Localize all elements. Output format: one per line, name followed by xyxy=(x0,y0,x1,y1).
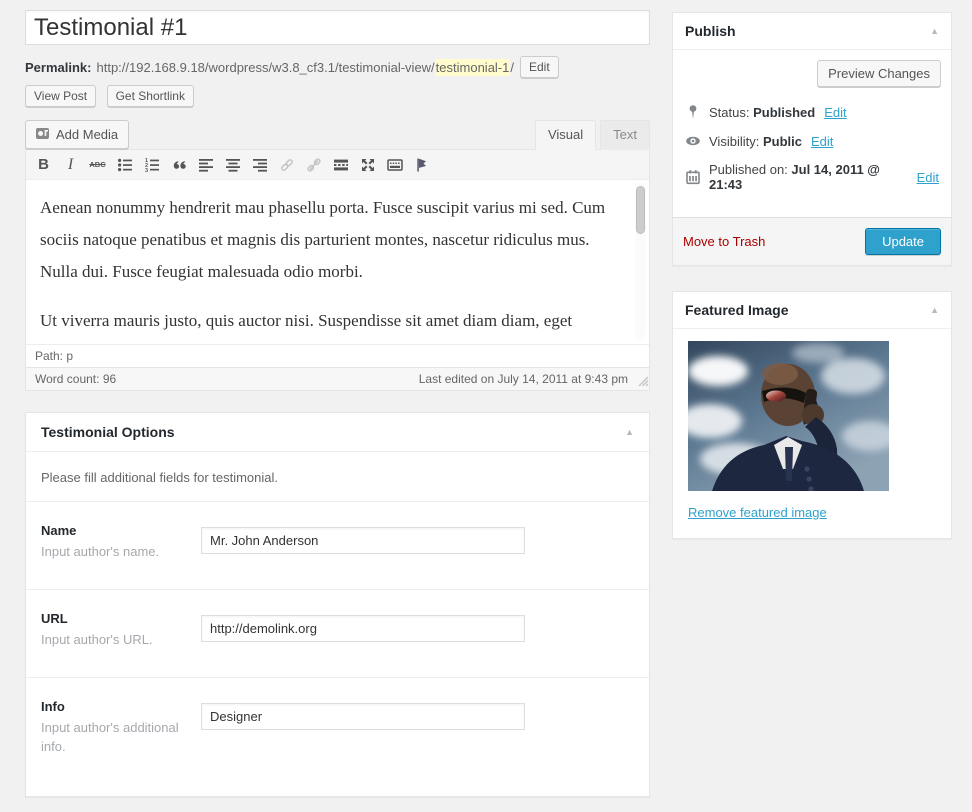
bulleted-list-icon[interactable] xyxy=(111,153,138,177)
editor-path-bar: Path: p xyxy=(26,344,649,367)
add-media-label: Add Media xyxy=(56,128,118,141)
get-shortlink-button[interactable]: Get Shortlink xyxy=(107,85,194,107)
info-field-input[interactable] xyxy=(201,703,525,730)
toolbar-toggle-icon[interactable] xyxy=(381,153,408,177)
edit-permalink-button[interactable]: Edit xyxy=(520,56,559,78)
add-media-button[interactable]: Add Media xyxy=(25,120,129,149)
italic-icon[interactable]: I xyxy=(57,153,84,177)
word-count: Word count: 96 xyxy=(35,372,116,386)
permalink-row: Permalink: http://192.168.9.18/wordpress… xyxy=(25,56,650,78)
post-title-input[interactable] xyxy=(25,10,650,45)
editor-resize-handle[interactable] xyxy=(636,374,648,389)
path-label: Path: xyxy=(35,349,63,363)
publish-misc-section: Status: Published Edit Visibility: Publi… xyxy=(673,87,951,217)
editor-tools-row: Add Media Visual Text xyxy=(25,120,650,149)
field-row-info: Info Input author's additional info. xyxy=(26,678,649,797)
visibility-label: Visibility: xyxy=(709,134,759,149)
publish-header[interactable]: Publish ▲ xyxy=(673,13,951,50)
tab-visual[interactable]: Visual xyxy=(535,120,596,150)
url-field-input[interactable] xyxy=(201,615,525,642)
editor-toolbar: B I ABC 123 xyxy=(26,150,649,180)
tab-text[interactable]: Text xyxy=(600,120,650,150)
edit-visibility-link[interactable]: Edit xyxy=(811,134,833,149)
post-actions-row: View Post Get Shortlink xyxy=(25,85,650,107)
numbered-list-icon[interactable]: 123 xyxy=(138,153,165,177)
published-on-row: Published on: Jul 14, 2011 @ 21:43 Edit xyxy=(685,162,939,192)
status-row: Status: Published Edit xyxy=(685,104,939,120)
preview-changes-button[interactable]: Preview Changes xyxy=(817,60,941,87)
publish-title: Publish xyxy=(685,23,736,39)
remove-featured-image-link[interactable]: Remove featured image xyxy=(688,505,827,520)
name-field-label: Name xyxy=(41,523,201,538)
field-row-name: Name Input author's name. xyxy=(26,502,649,590)
editor-paragraph: Ut viverra mauris justo, quis auctor nis… xyxy=(40,305,623,344)
info-field-hint: Input author's additional info. xyxy=(41,719,201,757)
move-to-trash-link[interactable]: Move to Trash xyxy=(683,234,765,249)
visibility-row: Visibility: Public Edit xyxy=(685,133,939,149)
featured-image-photo[interactable] xyxy=(688,341,889,491)
featured-image-body: Remove featured image xyxy=(673,329,951,538)
editor-mode-tabs: Visual Text xyxy=(531,120,650,149)
permalink-suffix: / xyxy=(510,60,514,75)
editor-scrollbar-track[interactable] xyxy=(635,183,646,339)
update-button[interactable]: Update xyxy=(865,228,941,255)
info-field-label: Info xyxy=(41,699,201,714)
editor-scrollbar-thumb[interactable] xyxy=(636,186,645,234)
strikethrough-icon[interactable]: ABC xyxy=(84,153,111,177)
align-center-icon[interactable] xyxy=(219,153,246,177)
editor-content-area[interactable]: Aenean nonummy hendrerit mau phasellu po… xyxy=(26,180,649,344)
featured-image-metabox: Featured Image ▲ xyxy=(672,291,952,539)
permalink-label: Permalink: xyxy=(25,60,91,75)
post-edit-main-column: Permalink: http://192.168.9.18/wordpress… xyxy=(25,10,650,797)
testimonial-options-title: Testimonial Options xyxy=(41,424,175,440)
align-left-icon[interactable] xyxy=(192,153,219,177)
pin-icon xyxy=(685,104,701,120)
permalink-slug[interactable]: testimonial-1 xyxy=(435,59,511,76)
svg-text:3: 3 xyxy=(145,168,148,173)
view-post-button[interactable]: View Post xyxy=(25,85,96,107)
featured-image-header[interactable]: Featured Image ▲ xyxy=(673,292,951,329)
publish-metabox: Publish ▲ Preview Changes Status: Publis… xyxy=(672,12,952,266)
post-edit-sidebar: Publish ▲ Preview Changes Status: Publis… xyxy=(672,12,952,539)
collapse-toggle-icon[interactable]: ▲ xyxy=(930,306,939,315)
eye-icon xyxy=(685,133,701,149)
testimonial-options-header[interactable]: Testimonial Options ▲ xyxy=(26,413,649,452)
preview-row: Preview Changes xyxy=(673,50,951,87)
add-media-icon xyxy=(36,127,50,142)
status-label: Status: xyxy=(709,105,749,120)
url-field-label: URL xyxy=(41,611,201,626)
bold-icon[interactable]: B xyxy=(30,153,57,177)
edit-status-link[interactable]: Edit xyxy=(824,105,846,120)
collapse-toggle-icon[interactable]: ▲ xyxy=(930,27,939,36)
calendar-icon xyxy=(685,169,701,185)
remove-link-icon[interactable] xyxy=(300,153,327,177)
collapse-toggle-icon[interactable]: ▲ xyxy=(625,428,634,437)
published-on-label: Published on: xyxy=(709,162,788,177)
url-field-hint: Input author's URL. xyxy=(41,631,201,650)
blockquote-icon[interactable] xyxy=(165,153,192,177)
name-field-hint: Input author's name. xyxy=(41,543,201,562)
testimonial-options-description: Please fill additional fields for testim… xyxy=(26,452,649,502)
path-value: p xyxy=(66,349,73,363)
editor-paragraph: Aenean nonummy hendrerit mau phasellu po… xyxy=(40,192,623,288)
visual-editor: B I ABC 123 xyxy=(25,149,650,391)
editor-status-bar: Word count: 96 Last edited on July 14, 2… xyxy=(26,367,649,390)
field-row-url: URL Input author's URL. xyxy=(26,590,649,678)
last-edited-text: Last edited on July 14, 2011 at 9:43 pm xyxy=(419,372,628,386)
more-tag-icon[interactable] xyxy=(327,153,354,177)
plugin-icon[interactable] xyxy=(408,153,435,177)
visibility-value: Public xyxy=(763,134,802,149)
testimonial-options-metabox: Testimonial Options ▲ Please fill additi… xyxy=(25,412,650,797)
name-field-input[interactable] xyxy=(201,527,525,554)
permalink-url-prefix: http://192.168.9.18/wordpress/w3.8_cf3.1… xyxy=(96,60,434,75)
insert-link-icon[interactable] xyxy=(273,153,300,177)
status-value: Published xyxy=(753,105,815,120)
edit-published-on-link[interactable]: Edit xyxy=(917,170,939,185)
featured-image-title: Featured Image xyxy=(685,302,788,318)
publishing-actions-bar: Move to Trash Update xyxy=(673,217,951,265)
fullscreen-icon[interactable] xyxy=(354,153,381,177)
align-right-icon[interactable] xyxy=(246,153,273,177)
